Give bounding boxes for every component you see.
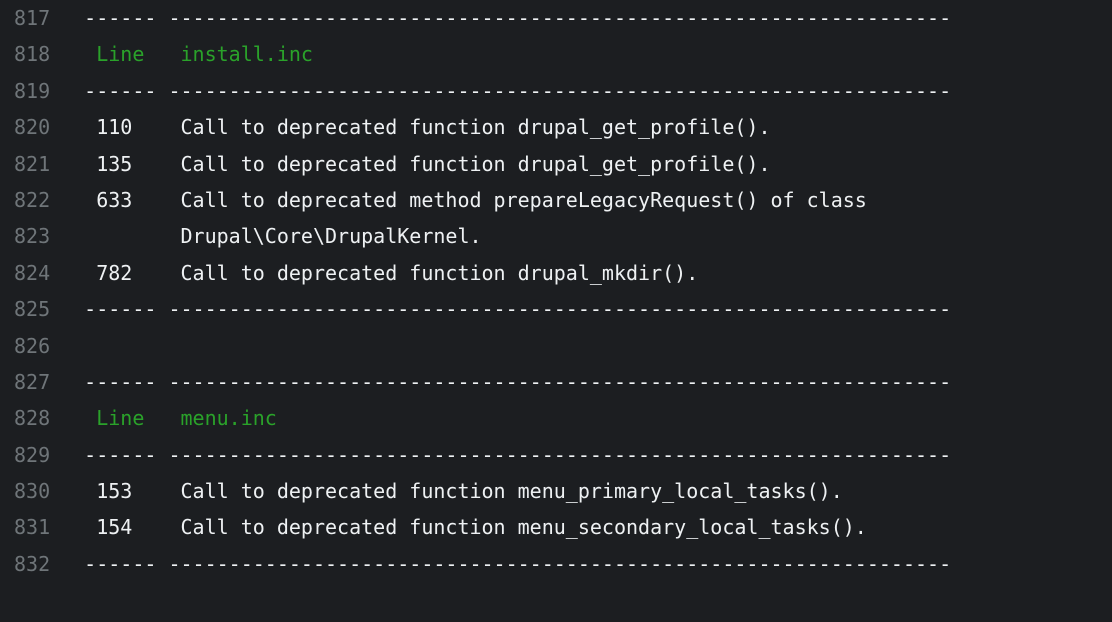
- line-content: ------ ---------------------------------…: [72, 73, 1112, 109]
- highlighted-text: Line: [96, 406, 144, 430]
- line-number: 820: [0, 109, 72, 145]
- line-number: 819: [0, 73, 72, 109]
- text-segment: [144, 42, 180, 66]
- text-segment: [144, 406, 180, 430]
- text-segment: [72, 42, 96, 66]
- code-line: 828 Line menu.inc: [0, 400, 1112, 436]
- code-line: 831 154 Call to deprecated function menu…: [0, 509, 1112, 545]
- line-number: 827: [0, 364, 72, 400]
- line-number: 817: [0, 0, 72, 36]
- line-number: 831: [0, 509, 72, 545]
- code-line: 823 Drupal\Core\DrupalKernel.: [0, 218, 1112, 254]
- text-segment: [72, 406, 96, 430]
- line-content: 633 Call to deprecated method prepareLeg…: [72, 182, 1112, 218]
- line-content: 153 Call to deprecated function menu_pri…: [72, 473, 1112, 509]
- line-number: 830: [0, 473, 72, 509]
- code-line: 832 ------ -----------------------------…: [0, 546, 1112, 582]
- code-line: 829 ------ -----------------------------…: [0, 437, 1112, 473]
- line-content: 154 Call to deprecated function menu_sec…: [72, 509, 1112, 545]
- line-content: ------ ---------------------------------…: [72, 364, 1112, 400]
- code-line: 821 135 Call to deprecated function drup…: [0, 146, 1112, 182]
- line-content: 135 Call to deprecated function drupal_g…: [72, 146, 1112, 182]
- code-line: 826: [0, 328, 1112, 364]
- line-content: [72, 328, 1112, 364]
- line-number: 824: [0, 255, 72, 291]
- line-content: Line menu.inc: [72, 400, 1112, 436]
- line-number: 822: [0, 182, 72, 218]
- code-block: 817 ------ -----------------------------…: [0, 0, 1112, 582]
- line-number: 818: [0, 36, 72, 72]
- code-line: 825 ------ -----------------------------…: [0, 291, 1112, 327]
- line-number: 829: [0, 437, 72, 473]
- line-content: ------ ---------------------------------…: [72, 291, 1112, 327]
- code-line: 820 110 Call to deprecated function drup…: [0, 109, 1112, 145]
- highlighted-text: Line: [96, 42, 144, 66]
- code-line: 822 633 Call to deprecated method prepar…: [0, 182, 1112, 218]
- line-content: ------ ---------------------------------…: [72, 546, 1112, 582]
- line-number: 823: [0, 218, 72, 254]
- line-number: 825: [0, 291, 72, 327]
- code-line: 819 ------ -----------------------------…: [0, 73, 1112, 109]
- line-content: Drupal\Core\DrupalKernel.: [72, 218, 1112, 254]
- line-content: ------ ---------------------------------…: [72, 0, 1112, 36]
- highlighted-text: menu.inc: [181, 406, 277, 430]
- line-content: 782 Call to deprecated function drupal_m…: [72, 255, 1112, 291]
- code-line: 818 Line install.inc: [0, 36, 1112, 72]
- highlighted-text: install.inc: [181, 42, 313, 66]
- code-line: 824 782 Call to deprecated function drup…: [0, 255, 1112, 291]
- line-number: 821: [0, 146, 72, 182]
- code-line: 827 ------ -----------------------------…: [0, 364, 1112, 400]
- line-content: 110 Call to deprecated function drupal_g…: [72, 109, 1112, 145]
- line-number: 832: [0, 546, 72, 582]
- line-content: Line install.inc: [72, 36, 1112, 72]
- code-line: 830 153 Call to deprecated function menu…: [0, 473, 1112, 509]
- code-line: 817 ------ -----------------------------…: [0, 0, 1112, 36]
- line-number: 828: [0, 400, 72, 436]
- line-number: 826: [0, 328, 72, 364]
- line-content: ------ ---------------------------------…: [72, 437, 1112, 473]
